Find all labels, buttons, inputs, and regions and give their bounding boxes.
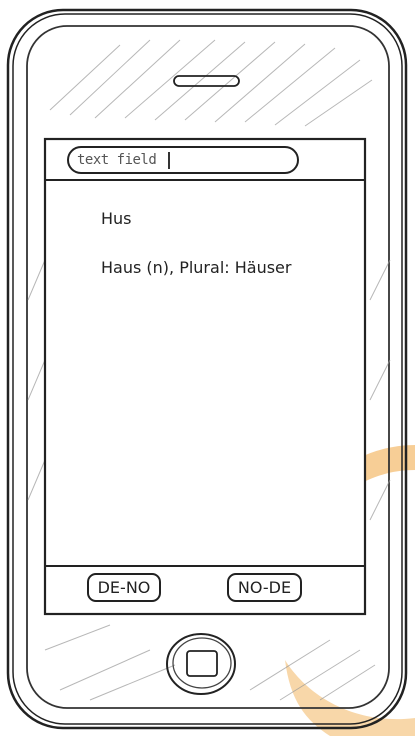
screen	[43, 137, 367, 616]
de-no-button[interactable]: DE-NO	[87, 573, 161, 602]
translation-text: Haus (n), Plural: Häuser	[101, 258, 292, 277]
no-de-button[interactable]: NO-DE	[227, 573, 302, 602]
home-button[interactable]	[166, 633, 236, 695]
search-placeholder: text field	[77, 152, 157, 168]
search-input[interactable]: text field	[67, 146, 299, 174]
phone-frame	[6, 8, 415, 736]
source-word: Hus	[101, 209, 132, 228]
text-cursor	[168, 152, 170, 169]
